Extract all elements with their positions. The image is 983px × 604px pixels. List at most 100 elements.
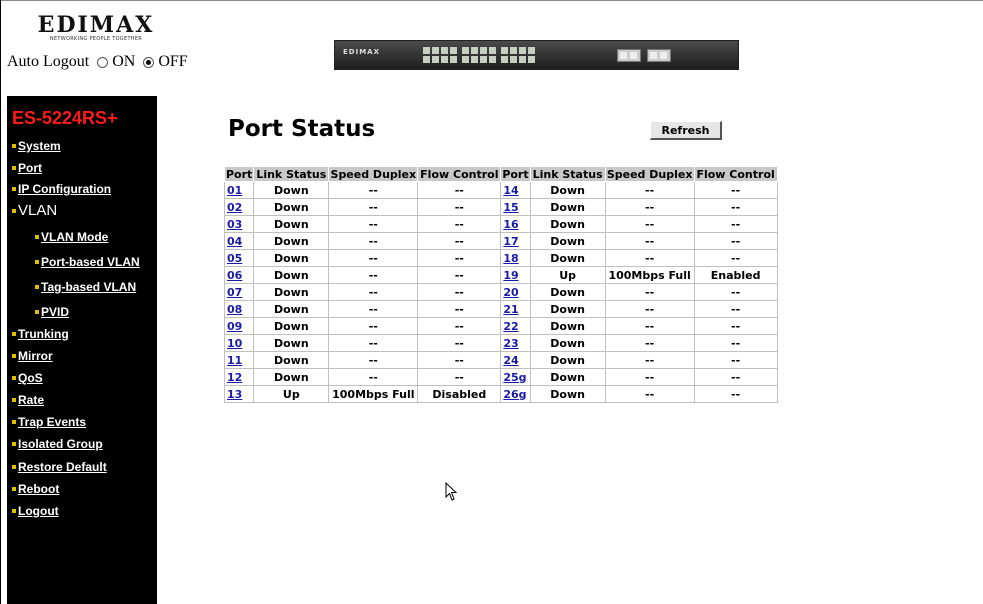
nav-logout[interactable]: Logout	[12, 504, 59, 518]
port-link[interactable]: 05	[227, 252, 242, 265]
flow-control-cell: --	[417, 300, 502, 318]
nav-qos[interactable]: QoS	[12, 371, 43, 385]
port-link[interactable]: 03	[227, 218, 242, 231]
port-link[interactable]: 10	[227, 337, 242, 350]
table-row: 05 Down -- -- 18 Down -- --	[223, 249, 778, 267]
nav-label: Trunking	[18, 327, 69, 341]
speed-duplex-cell: --	[328, 317, 419, 335]
nav-restore-default[interactable]: Restore Default	[12, 460, 107, 474]
port-status-rows: 01 Down -- -- 14 Down -- -- 02 Down -- -- 15 Down -- --…	[223, 181, 778, 403]
flow-control-cell: --	[417, 368, 502, 386]
speed-duplex-cell: --	[604, 300, 695, 318]
nav-pvid[interactable]: PVID	[35, 305, 69, 319]
port-cell: 16	[500, 215, 531, 233]
nav-label: VLAN	[18, 202, 58, 219]
flow-control-cell: --	[417, 266, 502, 284]
speed-duplex-cell: --	[604, 232, 695, 250]
port-link[interactable]: 17	[503, 235, 518, 248]
port-link[interactable]: 22	[503, 320, 518, 333]
speed-duplex-cell: --	[328, 283, 419, 301]
model-name: ES-5224RS+	[12, 108, 118, 128]
flow-control-cell: --	[417, 351, 502, 369]
nav-port-based-vlan[interactable]: Port-based VLAN	[35, 255, 140, 269]
speed-duplex-cell: --	[328, 266, 419, 284]
page-title: Port Status	[228, 116, 376, 142]
port-link[interactable]: 23	[503, 337, 518, 350]
nav-system[interactable]: System	[12, 139, 61, 153]
flow-control-cell: --	[693, 334, 778, 352]
nav-label: Trap Events	[18, 415, 87, 429]
port-link[interactable]: 21	[503, 303, 518, 316]
link-status-cell: Down	[253, 283, 330, 301]
nav-vlan-mode[interactable]: VLAN Mode	[35, 230, 108, 244]
speed-duplex-cell: --	[604, 249, 695, 267]
port-link[interactable]: 20	[503, 286, 518, 299]
port-cell: 09	[223, 317, 255, 335]
column-header: Flow Control	[417, 166, 502, 182]
port-link[interactable]: 14	[503, 184, 518, 197]
nav-reboot[interactable]: Reboot	[12, 482, 59, 496]
speed-duplex-cell: --	[604, 215, 695, 233]
bullet-icon	[12, 465, 16, 469]
port-link[interactable]: 15	[503, 201, 518, 214]
port-cell: 06	[223, 266, 255, 284]
port-link[interactable]: 16	[503, 218, 518, 231]
port-cell: 10	[223, 334, 255, 352]
link-status-cell: Up	[253, 385, 330, 403]
speed-duplex-cell: --	[328, 198, 419, 216]
port-link[interactable]: 04	[227, 235, 242, 248]
auto-logout-on-label: ON	[112, 53, 136, 70]
table-row: 01 Down -- -- 14 Down -- --	[223, 181, 778, 199]
bullet-icon	[12, 144, 16, 148]
port-group	[501, 47, 535, 63]
edimax-logo: EDIMAX NETWORKING PEOPLE TOGETHER	[36, 14, 166, 48]
sfp-slot	[647, 49, 671, 62]
port-link[interactable]: 11	[227, 354, 242, 367]
refresh-button[interactable]: Refresh	[650, 121, 722, 140]
nav-port[interactable]: Port	[12, 161, 42, 175]
flow-control-cell: --	[693, 232, 778, 250]
flow-control-cell: --	[693, 368, 778, 386]
sidebar: ES-5224RS+ System Port IP Configuration …	[7, 96, 157, 604]
port-link[interactable]: 02	[227, 201, 242, 214]
auto-logout-on-radio[interactable]	[97, 56, 109, 68]
nav-vlan[interactable]: VLAN	[12, 202, 57, 219]
nav-isolated-group[interactable]: Isolated Group	[12, 437, 103, 451]
nav-tag-based-vlan[interactable]: Tag-based VLAN	[35, 280, 136, 294]
port-status-table: Port Link Status Speed Duplex Flow Contr…	[223, 166, 778, 403]
speed-duplex-cell: --	[604, 385, 695, 403]
port-link[interactable]: 07	[227, 286, 242, 299]
port-link[interactable]: 06	[227, 269, 242, 282]
port-link[interactable]: 25g	[503, 371, 526, 384]
flow-control-cell: --	[693, 249, 778, 267]
bullet-icon	[12, 487, 16, 491]
port-link[interactable]: 13	[227, 388, 242, 401]
port-link[interactable]: 24	[503, 354, 518, 367]
nav-trap-events[interactable]: Trap Events	[12, 415, 86, 429]
port-cell: 21	[500, 300, 531, 318]
nav-label: Restore Default	[18, 460, 107, 474]
port-link[interactable]: 01	[227, 184, 242, 197]
nav-rate[interactable]: Rate	[12, 393, 44, 407]
speed-duplex-cell: --	[604, 351, 695, 369]
port-link[interactable]: 26g	[503, 388, 526, 401]
nav-mirror[interactable]: Mirror	[12, 349, 53, 363]
port-link[interactable]: 18	[503, 252, 518, 265]
speed-duplex-cell: --	[328, 249, 419, 267]
port-link[interactable]: 12	[227, 371, 242, 384]
link-status-cell: Down	[529, 300, 606, 318]
port-link[interactable]: 08	[227, 303, 242, 316]
nav-ip-configuration[interactable]: IP Configuration	[12, 182, 111, 196]
auto-logout-off-radio[interactable]	[143, 56, 155, 68]
port-cell: 26g	[500, 385, 531, 403]
logo-text: EDIMAX	[37, 12, 155, 38]
table-row: 12 Down -- -- 25g Down -- --	[223, 368, 778, 386]
port-link[interactable]: 09	[227, 320, 242, 333]
speed-duplex-cell: --	[328, 181, 419, 199]
bullet-icon	[12, 420, 16, 424]
bullet-icon	[35, 310, 39, 314]
auto-logout-label: Auto Logout	[7, 53, 90, 70]
speed-duplex-cell: --	[604, 317, 695, 335]
nav-trunking[interactable]: Trunking	[12, 327, 69, 341]
port-link[interactable]: 19	[503, 269, 518, 282]
